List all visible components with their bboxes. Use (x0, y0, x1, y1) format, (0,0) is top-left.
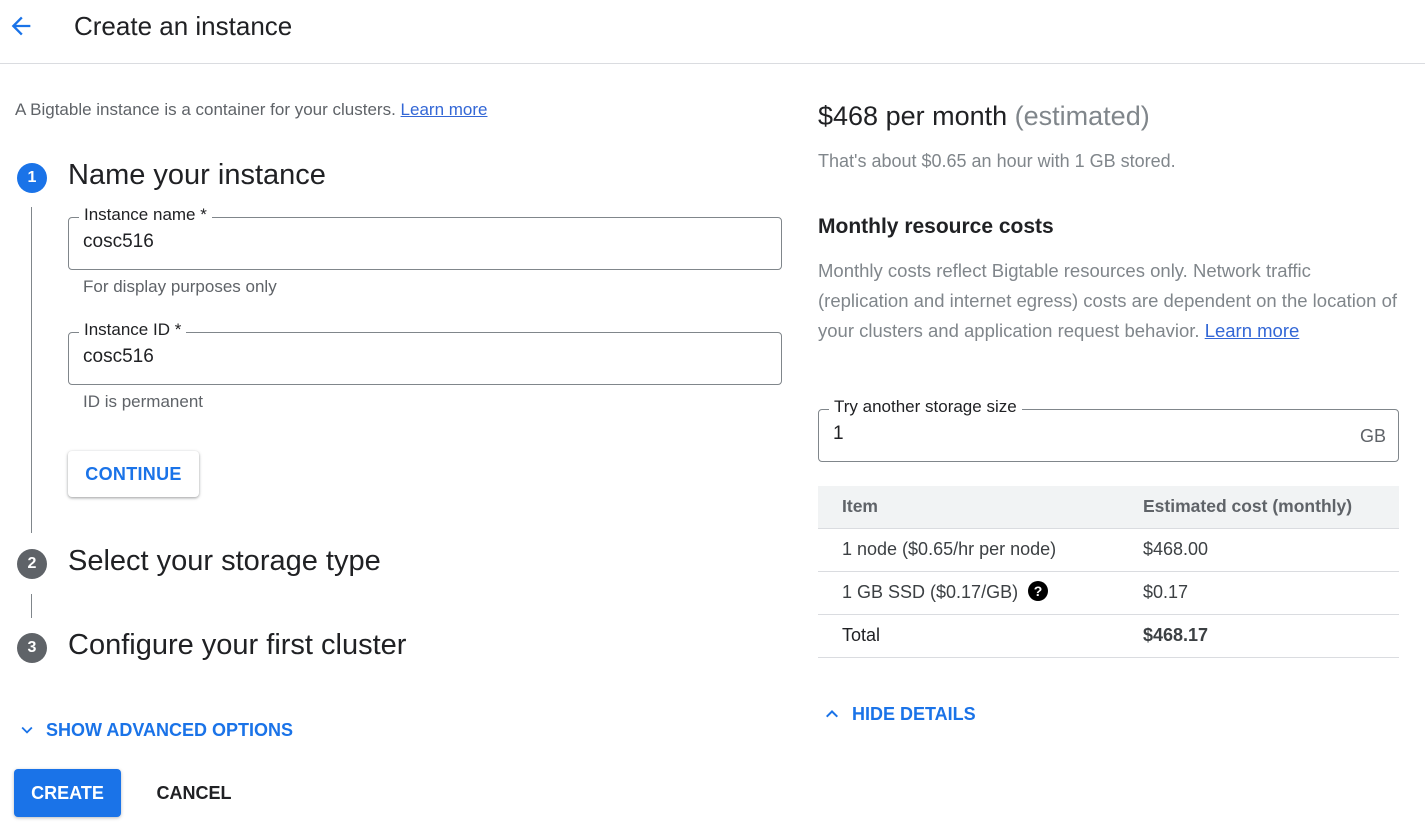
back-button[interactable] (4, 10, 38, 42)
chevron-down-icon (21, 726, 33, 734)
hide-details-button[interactable]: HIDE DETAILS (820, 702, 976, 726)
show-advanced-options-button[interactable]: SHOW ADVANCED OPTIONS (16, 719, 293, 741)
instance-id-label: Instance ID * (79, 320, 187, 340)
row-cost: $468.00 (1118, 528, 1399, 572)
step-3-number: 3 (17, 633, 47, 663)
cost-table: Item Estimated cost (monthly) 1 node ($0… (818, 486, 1399, 658)
hide-details-label: HIDE DETAILS (852, 703, 976, 724)
instance-id-input[interactable] (83, 346, 763, 368)
instance-id-field[interactable]: Instance ID * (68, 320, 782, 385)
storage-size-label: Try another storage size (829, 397, 1022, 417)
step-connector (31, 594, 32, 618)
monthly-price: $468 per month (estimated) (818, 101, 1150, 132)
row-item: 1 GB SSD ($0.17/GB) (842, 581, 1019, 602)
step-2-title[interactable]: Select your storage type (68, 545, 381, 578)
costs-description-text: Monthly costs reflect Bigtable resources… (818, 260, 1398, 341)
page-title: Create an instance (74, 11, 293, 41)
column-header-cost: Estimated cost (monthly) (1118, 486, 1399, 529)
step-1-title[interactable]: Name your instance (68, 159, 326, 192)
top-bar: Create an instance (0, 0, 1425, 64)
price-amount: $468 per month (818, 101, 1008, 131)
total-cost: $468.17 (1118, 614, 1399, 658)
costs-learn-more-link[interactable]: Learn more (1205, 320, 1300, 341)
show-advanced-options-label: SHOW ADVANCED OPTIONS (46, 719, 294, 740)
instance-name-helper: For display purposes only (83, 277, 277, 296)
table-header-row: Item Estimated cost (monthly) (818, 486, 1399, 529)
intro-description: A Bigtable instance is a container for y… (15, 100, 396, 119)
create-button[interactable]: CREATE (14, 769, 121, 817)
price-estimated: (estimated) (1014, 101, 1150, 131)
storage-size-field[interactable]: Try another storage size GB (818, 397, 1399, 462)
instance-name-input[interactable] (83, 231, 763, 253)
table-row: 1 node ($0.65/hr per node) $468.00 (818, 528, 1399, 572)
hourly-estimate: That's about $0.65 an hour with 1 GB sto… (818, 151, 1176, 171)
instance-id-helper: ID is permanent (83, 392, 203, 411)
row-cost: $0.17 (1118, 571, 1399, 615)
monthly-resource-costs-description: Monthly costs reflect Bigtable resources… (818, 256, 1398, 346)
total-label: Total (818, 614, 1118, 658)
arrow-back-icon (11, 16, 31, 36)
monthly-resource-costs-heading: Monthly resource costs (818, 215, 1054, 238)
table-total-row: Total $468.17 (818, 614, 1399, 658)
storage-size-input[interactable] (833, 423, 1333, 445)
row-item: 1 node ($0.65/hr per node) (818, 528, 1118, 572)
step-1-number: 1 (17, 163, 47, 193)
row-item-cell: 1 GB SSD ($0.17/GB)? (818, 571, 1118, 615)
instance-name-field[interactable]: Instance name * (68, 205, 782, 270)
learn-more-link[interactable]: Learn more (401, 100, 488, 119)
intro-text: A Bigtable instance is a container for y… (15, 100, 487, 120)
table-row: 1 GB SSD ($0.17/GB)? $0.17 (818, 571, 1399, 615)
help-icon[interactable]: ? (1028, 581, 1049, 602)
step-connector (31, 207, 32, 533)
continue-button[interactable]: CONTINUE (68, 451, 199, 497)
step-3-title[interactable]: Configure your first cluster (68, 629, 406, 662)
chevron-up-icon (826, 710, 838, 718)
storage-unit: GB (1359, 426, 1386, 446)
step-2-number: 2 (17, 549, 47, 579)
column-header-item: Item (818, 486, 1118, 529)
cancel-button[interactable]: CANCEL (142, 769, 246, 817)
instance-name-label: Instance name * (79, 205, 212, 225)
